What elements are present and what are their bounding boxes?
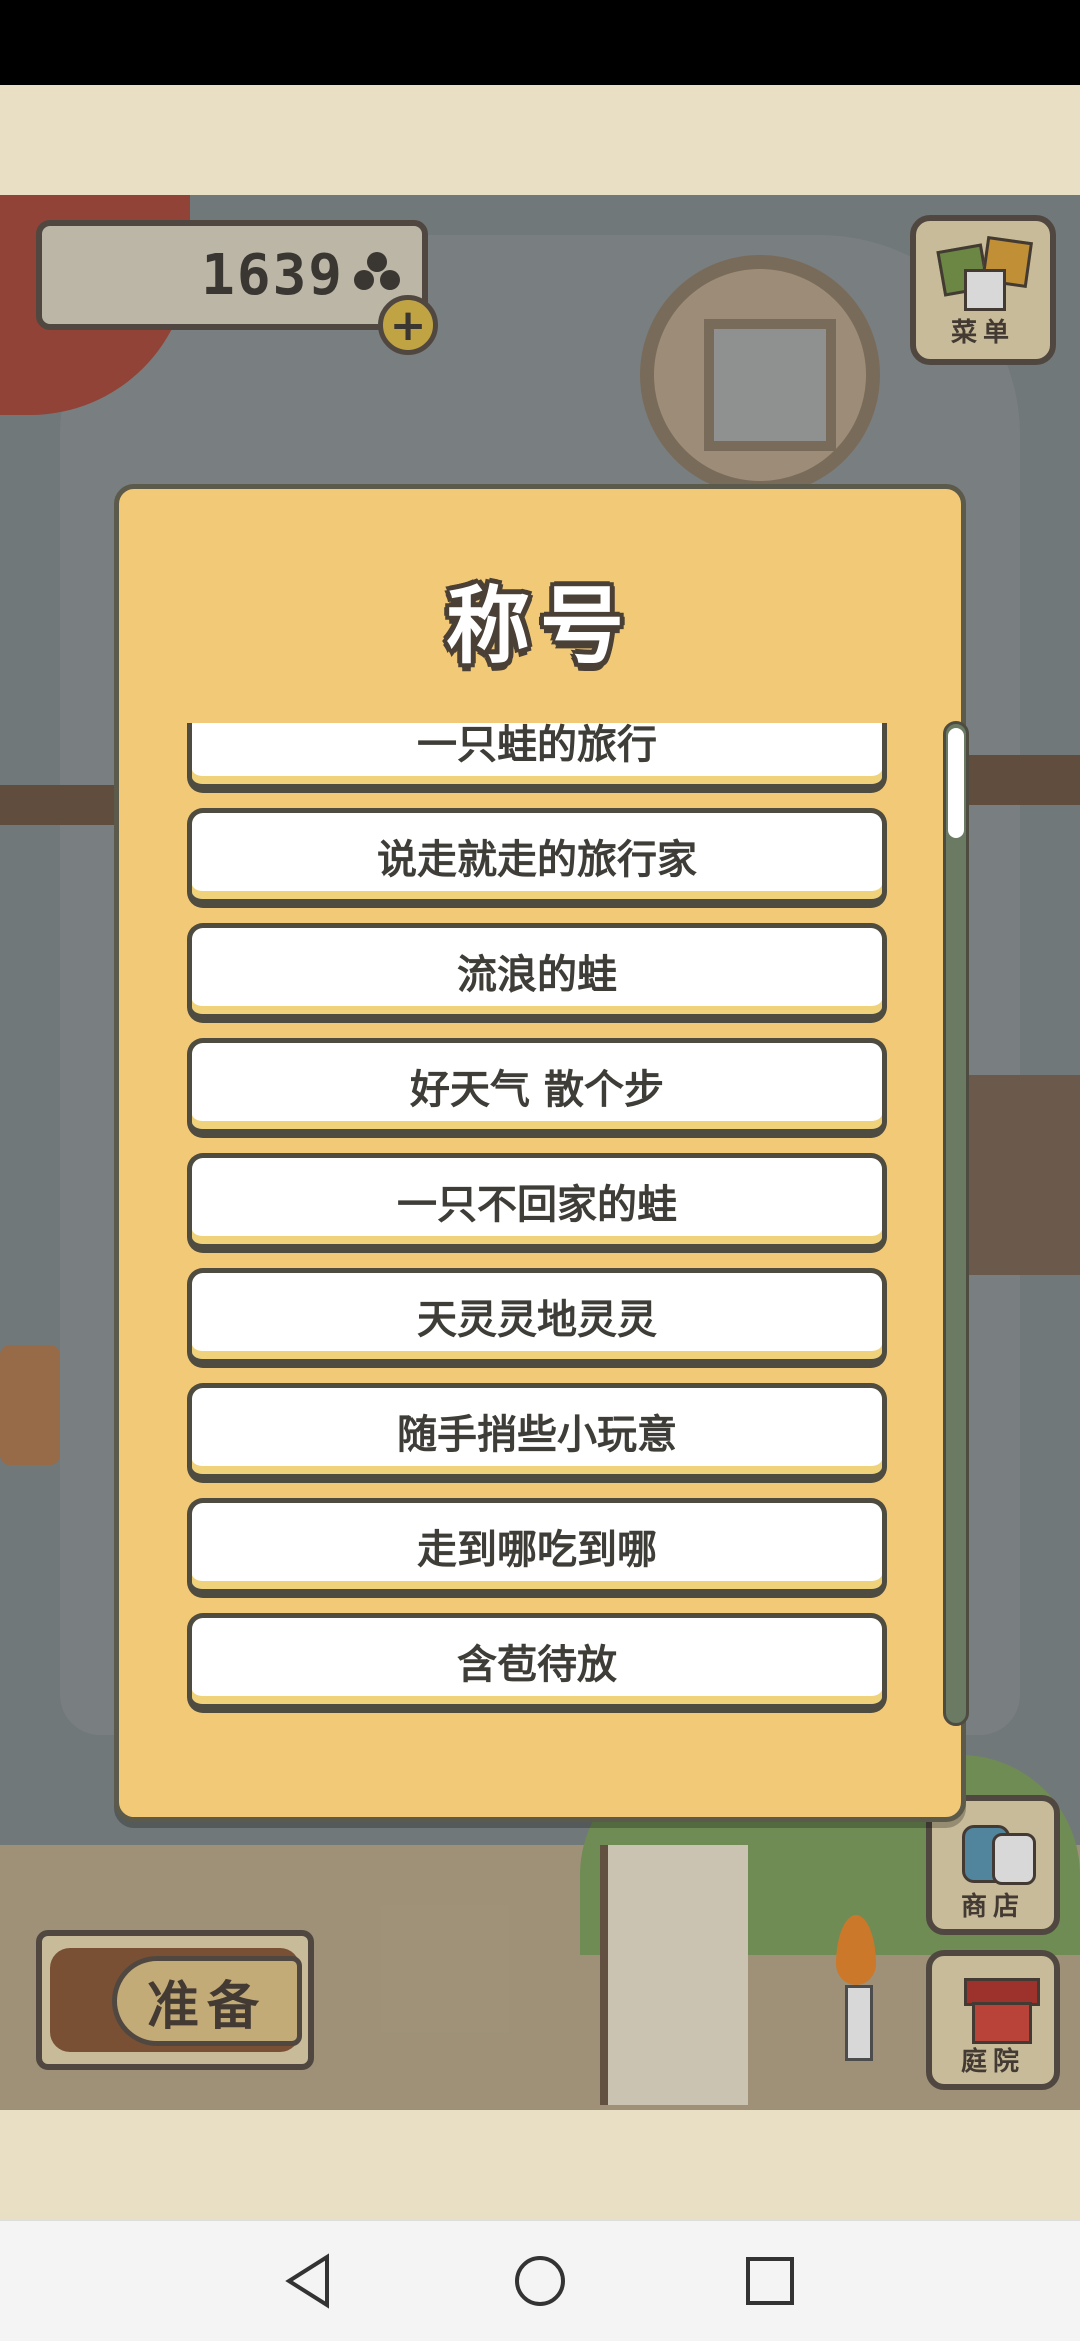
titles-dialog: 称号 一只蛙的旅行说走就走的旅行家 流浪的蛙好天气 散个步 一只不回家的蛙 天灵灵地灵… [114, 484, 969, 1822]
title-item[interactable]: 随手捎些小玩意 [187, 1383, 887, 1483]
title-item[interactable]: 含苞待放 [187, 1613, 887, 1713]
back-button[interactable] [278, 2251, 338, 2311]
title-item[interactable]: 流浪的蛙 [187, 923, 887, 1023]
title-item[interactable]: 一只蛙的旅行 [187, 723, 887, 793]
top-letterbox [0, 85, 1080, 195]
back-triangle-icon [285, 2253, 329, 2309]
titles-list[interactable]: 一只蛙的旅行说走就走的旅行家 流浪的蛙好天气 散个步 一只不回家的蛙 天灵灵地灵灵 随手… [187, 723, 897, 1733]
title-item[interactable]: 好天气 散个步 [187, 1038, 887, 1138]
title-item[interactable]: 说走就走的旅行家 [187, 808, 887, 908]
bottom-letterbox [0, 2110, 1080, 2220]
dialog-title: 称号 [445, 577, 634, 675]
home-circle-icon [515, 2256, 565, 2306]
titles-list-track: 一只蛙的旅行说走就走的旅行家 流浪的蛙好天气 散个步 一只不回家的蛙 天灵灵地灵灵 随手… [187, 723, 897, 1728]
recents-square-icon [746, 2257, 794, 2305]
scrollbar[interactable] [943, 721, 969, 1726]
home-button[interactable] [510, 2251, 570, 2311]
recents-button[interactable] [740, 2251, 800, 2311]
status-bar [0, 0, 1080, 85]
title-item[interactable]: 天灵灵地灵灵 [187, 1268, 887, 1368]
system-nav-bar [0, 2220, 1080, 2341]
scroll-thumb[interactable] [948, 728, 964, 838]
title-item[interactable]: 走到哪吃到哪 [187, 1498, 887, 1598]
title-item[interactable]: 一只不回家的蛙 [187, 1153, 887, 1253]
